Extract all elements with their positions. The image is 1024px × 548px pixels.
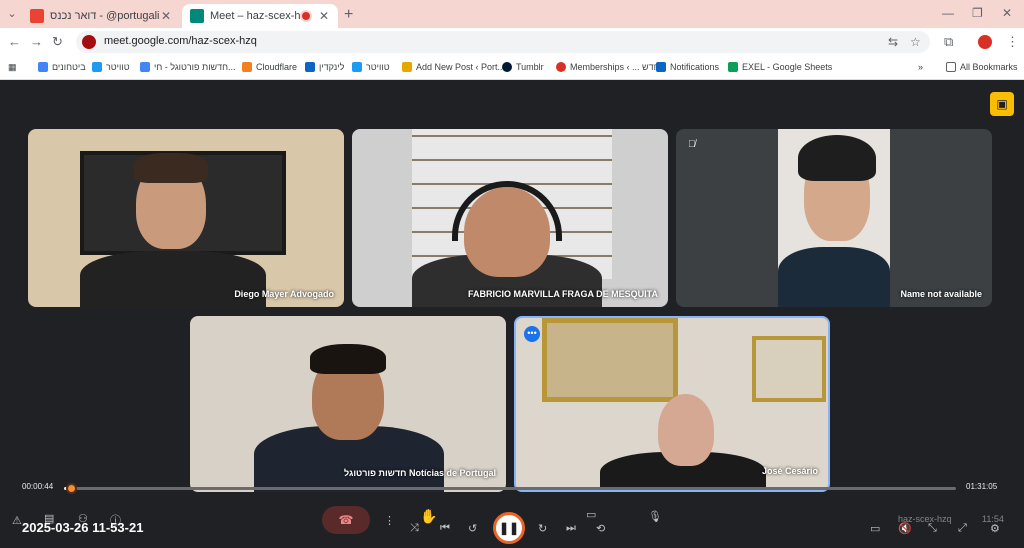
tab-gmail[interactable]: דואר נכנס - @portugalisrael.com ✕ (22, 4, 180, 28)
tab-title: דואר נכנס - @portugalisrael.com (50, 10, 160, 22)
wall-painting (542, 318, 678, 402)
menu-icon[interactable]: ⋮ (1006, 34, 1019, 50)
fullscreen-icon[interactable]: ⤢ (958, 522, 967, 535)
bookmark-star-icon[interactable]: ☆ (910, 35, 921, 49)
close-window-icon[interactable]: ✕ (1002, 6, 1012, 20)
recording-icon (300, 10, 312, 22)
person-hair (798, 135, 876, 181)
close-icon[interactable]: ✕ (318, 9, 330, 23)
end-call-button[interactable]: ☎ (322, 506, 370, 534)
more-bookmarks-icon[interactable]: » (918, 62, 923, 72)
video-feed (778, 129, 890, 307)
participant-tile[interactable]: Diego Mayer Advogado (28, 129, 344, 307)
bookmark-item[interactable]: EXEL - Google Sheets (728, 62, 832, 72)
bookmark-item[interactable]: חדשות פורטוגל - חי... (140, 62, 236, 72)
bookmark-item[interactable]: ביטחונים (38, 62, 86, 72)
reload-icon[interactable]: ↻ (52, 34, 63, 50)
video-player-controls: 00:00:44 01:31:05 ⚠ ▤ ⚇ ⓘ 2025-03-26 11-… (0, 476, 1024, 548)
participant-name: Name not available (900, 289, 982, 299)
forward-icon[interactable]: → (30, 34, 43, 49)
shuffle-icon[interactable]: ⤨ (410, 522, 419, 535)
participant-name: FABRICIO MARVILLA FRAGA DE MESQUITA (468, 289, 658, 299)
wall-painting (752, 336, 826, 402)
next-icon[interactable]: ⏭ (566, 522, 576, 535)
person-face (658, 394, 714, 466)
participant-tile[interactable]: חדשות פורטוגל Notícias de Portugal (190, 316, 506, 492)
all-bookmarks[interactable]: All Bookmarks (946, 62, 1018, 72)
participant-name: José Cesário (761, 466, 818, 476)
volume-mute-icon[interactable]: 🔇 (898, 522, 912, 535)
total-time: 01:31:05 (966, 482, 998, 491)
bookmark-item[interactable]: Cloudflare (242, 62, 297, 72)
translate-icon[interactable]: ⇆ (888, 35, 898, 49)
rewind-icon[interactable]: ↺ (468, 522, 477, 535)
camera-icon[interactable]: ▭ (586, 508, 596, 521)
raise-hand-icon[interactable]: ✋ (420, 508, 437, 525)
participant-tile-speaking[interactable]: ••• José Cesário (514, 316, 830, 492)
forward-icon[interactable]: ↻ (538, 522, 547, 535)
apps-icon[interactable]: ▦ (8, 62, 17, 73)
person-hair (134, 153, 208, 183)
address-bar[interactable]: meet.google.com/haz-scex-hzq ⇆ ☆ (76, 31, 930, 53)
recording-timestamp: 2025-03-26 11-53-21 (22, 520, 144, 535)
bookmark-item[interactable]: Notifications (656, 62, 719, 72)
browser-tab-strip: ⌄ דואר נכנס - @portugalisrael.com ✕ Meet… (0, 0, 1024, 28)
address-url: meet.google.com/haz-scex-hzq (104, 35, 257, 47)
settings-icon[interactable]: ⚙ (990, 522, 1000, 535)
bookmark-item[interactable]: טוויטר (352, 62, 390, 72)
toolbar: ← → ↻ meet.google.com/haz-scex-hzq ⇆ ☆ ⧉… (0, 28, 1024, 56)
more-options-icon[interactable]: ••• (524, 326, 540, 342)
seek-handle[interactable] (66, 483, 78, 494)
participant-tile[interactable]: FABRICIO MARVILLA FRAGA DE MESQUITA (352, 129, 668, 307)
bookmark-item[interactable]: Tumblr (502, 62, 544, 72)
meet-icon (190, 9, 204, 23)
site-info-icon[interactable] (82, 35, 96, 49)
bookmark-item[interactable]: Memberships ‹ ... חדש (556, 62, 660, 72)
minimize-view-icon[interactable]: ⤡ (928, 522, 937, 535)
tab-title: Meet – haz-scex-hzq (210, 10, 300, 22)
back-icon[interactable]: ← (8, 34, 21, 49)
extension-red-icon[interactable] (978, 35, 992, 49)
elapsed-time: 00:00:44 (22, 482, 54, 491)
bookmark-item[interactable]: Add New Post ‹ Port... (402, 62, 505, 72)
mic-off-icon: 🎙̸ (688, 139, 696, 150)
more-options-icon[interactable]: ⋮ (384, 514, 395, 527)
tab-meet[interactable]: Meet – haz-scex-hzq ✕ (182, 4, 338, 28)
bookmarks-bar: ▦ ביטחונים טוויטר חדשות פורטוגל - חי... … (0, 56, 1024, 80)
participant-tile[interactable]: 🎙̸ Name not available (676, 129, 992, 307)
tab-search-icon[interactable]: ⌄ (4, 6, 20, 22)
repeat-icon[interactable]: ⟲ (596, 522, 605, 535)
person-hair (310, 344, 386, 374)
mic-icon[interactable]: 🎙 (648, 510, 662, 523)
person-body (778, 247, 890, 307)
captions-icon[interactable]: ▣ (990, 92, 1014, 116)
restore-icon[interactable]: ❐ (972, 6, 983, 20)
seek-bar[interactable] (64, 483, 956, 494)
bookmark-item[interactable]: טוויטר (92, 62, 130, 72)
gmail-icon (30, 9, 44, 23)
close-icon[interactable]: ✕ (160, 9, 172, 23)
previous-icon[interactable]: ⏮ (440, 522, 450, 535)
warning-icon: ⚠ (12, 515, 22, 527)
participant-name: Diego Mayer Advogado (234, 289, 334, 299)
pause-button[interactable]: ❚❚ (493, 512, 525, 544)
extensions-icon[interactable]: ⧉ (944, 34, 953, 50)
new-tab-button[interactable]: + (344, 6, 353, 24)
bookmark-item[interactable]: לינקדין (305, 62, 344, 72)
minimize-icon[interactable]: — (942, 6, 954, 20)
subtitles-icon[interactable]: ▭ (870, 522, 880, 535)
